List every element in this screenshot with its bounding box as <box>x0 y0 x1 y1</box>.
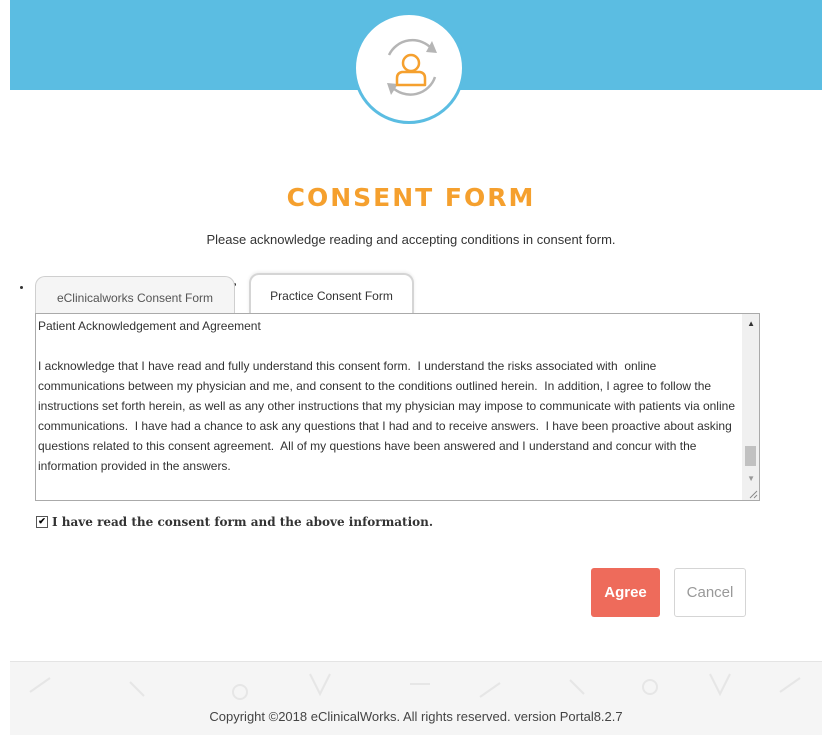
page-subtitle: Please acknowledge reading and accepting… <box>206 232 616 247</box>
footer-copyright: Copyright ©2018 eClinicalWorks. All righ… <box>209 709 623 724</box>
tab-bullet <box>20 286 23 289</box>
consent-checkbox-row[interactable]: ✔ I have read the consent form and the a… <box>36 515 433 529</box>
agree-button[interactable]: Agree <box>591 568 660 617</box>
consent-text: Patient Acknowledgement and Agreement I … <box>38 319 735 473</box>
logo <box>353 12 465 124</box>
consent-checkbox-label: I have read the consent form and the abo… <box>52 515 434 529</box>
tab-eclinicalworks-consent[interactable]: eClinicalworks Consent Form <box>35 276 235 314</box>
scroll-thumb[interactable] <box>745 446 756 466</box>
resize-grip-icon[interactable] <box>748 489 758 499</box>
consent-checkbox[interactable]: ✔ <box>36 516 48 528</box>
scrollbar[interactable]: ▲ ▼ <box>742 314 759 500</box>
cancel-button[interactable]: Cancel <box>674 568 746 617</box>
footer-pattern <box>29 673 801 700</box>
page-title: CONSENT FORM <box>286 183 536 212</box>
user-sync-icon <box>387 38 437 96</box>
scroll-up-icon[interactable]: ▲ <box>747 319 755 328</box>
tab-practice-consent[interactable]: Practice Consent Form <box>249 273 414 314</box>
footer: Copyright ©2018 eClinicalWorks. All righ… <box>10 661 822 735</box>
consent-textarea[interactable]: Patient Acknowledgement and Agreement I … <box>35 313 760 501</box>
scroll-down-icon[interactable]: ▼ <box>747 474 755 483</box>
